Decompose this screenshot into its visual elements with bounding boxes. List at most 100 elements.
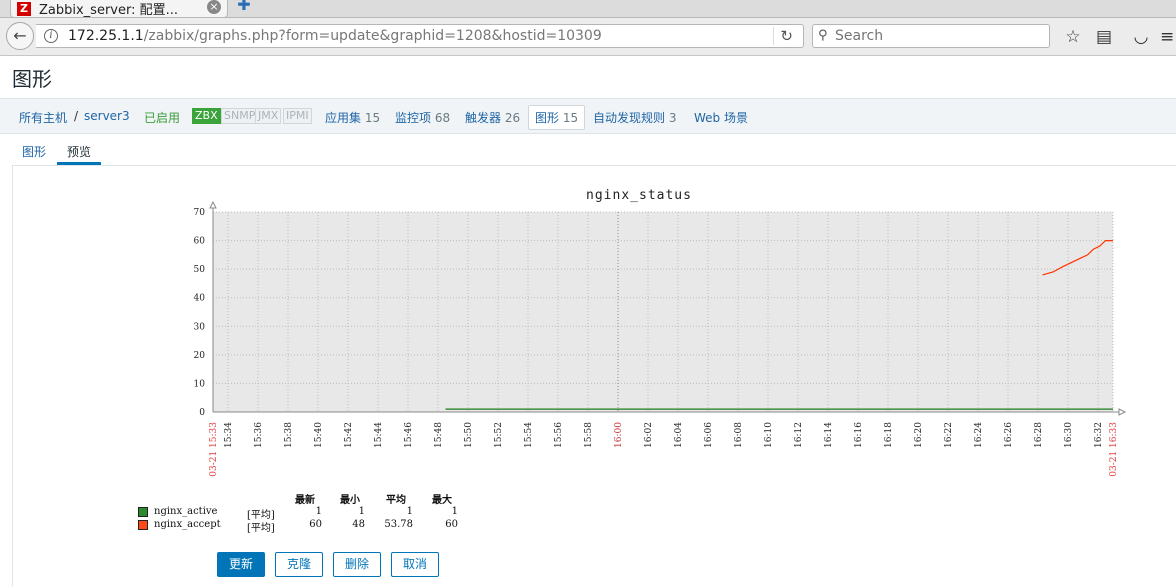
host-status[interactable]: 已启用 <box>144 109 180 126</box>
x-tick-label: 16:14 <box>824 422 834 448</box>
legend-min: 1 <box>358 506 365 517</box>
delete-button[interactable]: 删除 <box>333 552 381 577</box>
legend-header-min: 最小 <box>340 495 360 506</box>
x-tick-label: 16:18 <box>884 422 894 448</box>
applications-link[interactable]: 应用集 15 <box>325 109 380 126</box>
x-tick-label: 16:02 <box>644 422 654 448</box>
legend-avg: 1 <box>406 506 413 517</box>
legend-header-last: 最新 <box>295 495 315 506</box>
host-navigation: 所有主机 / server3 已启用 ZBX SNMP JMX IPMI 应用集… <box>0 98 1176 134</box>
bookmark-star-icon[interactable]: ☆ <box>1062 26 1084 48</box>
x-tick-label: 15:52 <box>494 422 504 448</box>
discovery-rules-link[interactable]: 自动发现规则 3 <box>593 109 676 126</box>
reading-list-icon[interactable]: ▤ <box>1093 26 1115 48</box>
x-tick-label: 16:06 <box>704 422 714 448</box>
x-tick-label: 16:30 <box>1064 422 1074 448</box>
legend-function: [平均] <box>247 523 275 534</box>
site-info-icon[interactable]: i <box>44 29 58 43</box>
x-tick-label: 15:54 <box>524 422 534 448</box>
legend-header-max: 最大 <box>432 495 452 506</box>
legend-last: 1 <box>315 506 322 517</box>
x-tick-label: 16:08 <box>734 422 744 448</box>
y-tick-label: 0 <box>199 408 205 418</box>
menu-icon[interactable]: ≡ <box>1160 26 1174 48</box>
legend-series-name: nginx_accept <box>154 519 221 530</box>
x-tick-label: 15:58 <box>584 422 594 448</box>
x-tick-label: 15:36 <box>254 422 264 448</box>
new-tab-icon[interactable]: ✚ <box>234 0 254 13</box>
x-tick-label: 16:20 <box>914 422 924 448</box>
clone-button[interactable]: 克隆 <box>275 552 323 577</box>
cancel-button[interactable]: 取消 <box>391 552 439 577</box>
legend-header-avg: 平均 <box>386 495 406 506</box>
url-text[interactable]: 172.25.1.1/zabbix/graphs.php?form=update… <box>68 28 602 44</box>
pocket-icon[interactable]: ◡ <box>1130 26 1152 48</box>
x-tick-label: 15:44 <box>374 422 384 448</box>
graph-preview: nginx_status 0 10 20 30 40 50 60 70 15:34 15:36 15:… <box>194 188 1127 477</box>
x-tick-label: 16:00 <box>614 422 624 448</box>
items-link[interactable]: 监控项 68 <box>395 109 450 126</box>
y-tick-label: 20 <box>194 351 206 361</box>
x-tick-label: 16:24 <box>974 422 984 448</box>
back-arrow-icon[interactable]: ← <box>6 22 34 50</box>
update-button[interactable]: 更新 <box>217 552 265 577</box>
x-tick-label: 16:28 <box>1034 422 1044 448</box>
x-tick-label: 16:04 <box>674 422 684 448</box>
y-tick-label: 50 <box>194 265 206 275</box>
x-tick-label: 15:34 <box>224 422 234 448</box>
page-title: 图形 <box>12 67 52 91</box>
all-hosts-link[interactable]: 所有主机 <box>19 109 67 126</box>
x-tick-label: 15:38 <box>284 422 294 448</box>
x-tick-label: 16:26 <box>1004 422 1014 448</box>
y-tick-label: 60 <box>194 237 206 247</box>
legend-min: 48 <box>352 519 365 530</box>
y-tick-label: 40 <box>194 294 206 304</box>
tab-preview[interactable]: 预览 <box>67 143 91 160</box>
jmx-badge: JMX <box>255 108 282 124</box>
legend-last: 60 <box>309 519 322 530</box>
x-range-label: 03-21 15:33 <box>209 422 219 477</box>
zabbix-favicon-icon: Z <box>17 1 31 16</box>
url-bar[interactable]: i 172.25.1.1/zabbix/graphs.php?form=upda… <box>36 24 804 48</box>
y-tick-label: 10 <box>194 379 206 389</box>
legend-max: 60 <box>445 519 458 530</box>
legend-series-name: nginx_active <box>154 506 218 517</box>
legend-swatch <box>138 507 148 517</box>
chart-title: nginx_status <box>586 188 692 203</box>
x-tick-label: 15:46 <box>404 422 414 448</box>
tab-graph[interactable]: 图形 <box>22 143 46 160</box>
active-tab-indicator <box>57 162 101 165</box>
legend-avg: 53.78 <box>384 519 413 530</box>
legend-max: 1 <box>451 506 458 517</box>
x-tick-label: 16:32 <box>1094 422 1104 448</box>
x-tick-label: 15:56 <box>554 422 564 448</box>
browser-navbar: ← i 172.25.1.1/zabbix/graphs.php?form=up… <box>0 18 1176 56</box>
x-tick-label: 15:40 <box>314 422 324 448</box>
search-bar[interactable]: ⚲ <box>812 24 1050 48</box>
y-tick-label: 70 <box>194 208 206 218</box>
graphs-link[interactable]: 图形 15 <box>528 105 586 130</box>
x-range-label: 03-21 16:33 <box>1109 422 1119 477</box>
search-input[interactable] <box>835 27 1035 45</box>
browser-tabbar: Z Zabbix_server: 配置... × ✚ <box>0 0 1176 18</box>
web-scenarios-link[interactable]: Web 场景 <box>694 109 748 126</box>
tab-close-icon[interactable]: × <box>207 0 221 14</box>
triggers-link[interactable]: 触发器 26 <box>465 109 520 126</box>
x-tick-label: 16:10 <box>764 422 774 448</box>
ipmi-badge: IPMI <box>283 108 312 124</box>
x-tick-label: 15:48 <box>434 422 444 448</box>
host-link[interactable]: server3 <box>84 109 130 123</box>
legend-swatch <box>138 520 148 530</box>
x-axis-arrow <box>1118 408 1127 416</box>
browser-tab[interactable]: Z Zabbix_server: 配置... × <box>10 0 228 18</box>
x-tick-label: 15:50 <box>464 422 474 448</box>
x-tick-label: 15:42 <box>344 422 354 448</box>
search-icon: ⚲ <box>818 28 828 43</box>
breadcrumb-separator: / <box>74 109 79 123</box>
x-tick-label: 16:12 <box>794 422 804 448</box>
y-axis-arrow <box>209 200 217 209</box>
x-tick-label: 16:16 <box>854 422 864 448</box>
x-tick-label: 16:22 <box>944 422 954 448</box>
reload-icon[interactable]: ↻ <box>773 27 793 45</box>
form-tabs: 图形 预览 <box>12 136 1176 166</box>
